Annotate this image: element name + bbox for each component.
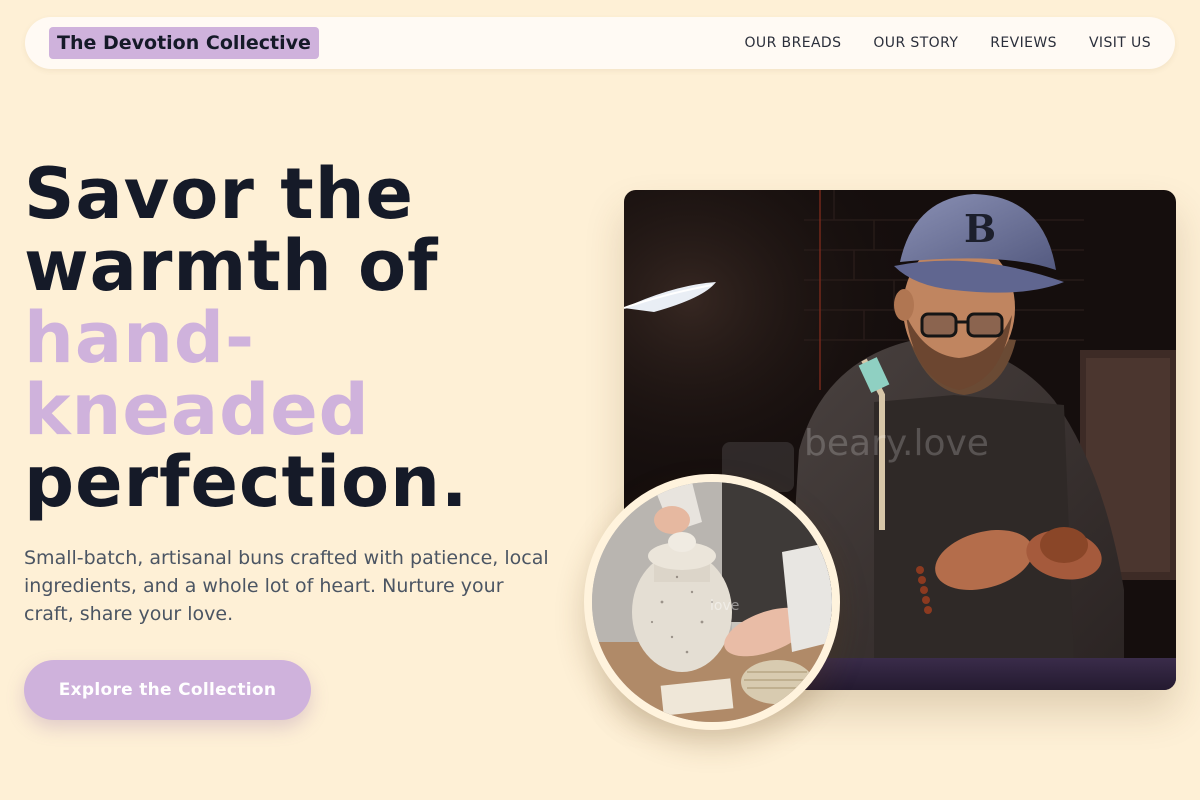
- explore-collection-button[interactable]: Explore the Collection: [24, 660, 311, 720]
- hero-heading-accent-1: hand-: [24, 297, 256, 379]
- ceramic-jar-photo: love: [584, 474, 840, 730]
- nav-link-reviews[interactable]: REVIEWS: [990, 35, 1057, 51]
- hero-heading-line-3: perfection.: [24, 441, 469, 523]
- detail-photo-watermark: love: [710, 598, 739, 614]
- nav-links: OUR BREADS OUR STORY REVIEWS VISIT US: [745, 17, 1151, 69]
- hero-heading-line-2: warmth of: [24, 225, 439, 307]
- hero-heading-accent-2: kneaded: [24, 369, 370, 451]
- nav-link-our-breads[interactable]: OUR BREADS: [745, 35, 842, 51]
- nav-link-our-story[interactable]: OUR STORY: [873, 35, 958, 51]
- brand-logo[interactable]: The Devotion Collective: [49, 27, 319, 59]
- hero-heading-line-1: Savor the: [24, 153, 415, 235]
- hero-heading: Savor the warmth of hand- kneaded perfec…: [24, 158, 584, 518]
- hero-subtitle: Small-batch, artisanal buns crafted with…: [24, 547, 549, 625]
- nav-link-visit-us[interactable]: VISIT US: [1089, 35, 1151, 51]
- navbar: The Devotion Collective OUR BREADS OUR S…: [25, 17, 1175, 69]
- main-photo-watermark: beary.love: [804, 423, 989, 464]
- svg-text:B: B: [964, 206, 996, 251]
